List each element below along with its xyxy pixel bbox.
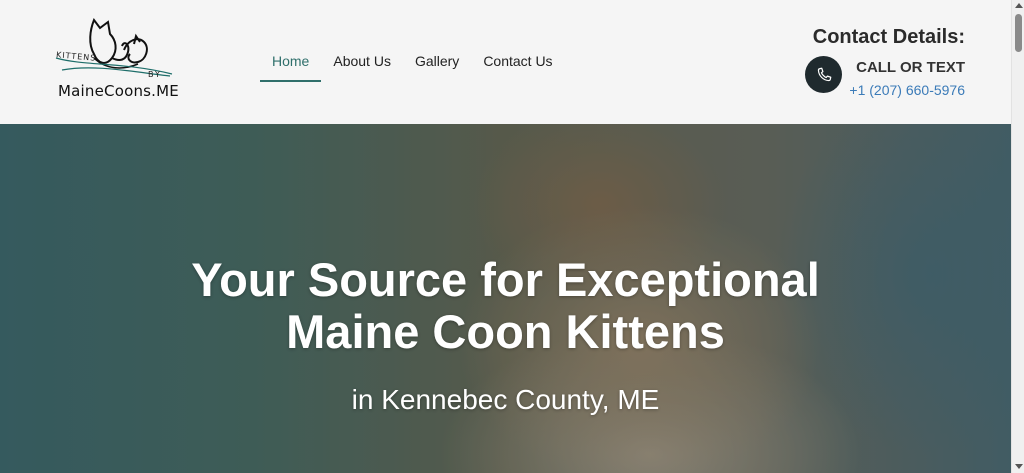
nav-item-home[interactable]: Home [260,44,322,82]
hero-title-line1: Your Source for Exceptional [191,253,820,306]
logo-name-text: MaineCoons.ME [58,82,179,100]
scrollbar-thumb[interactable] [1015,14,1022,52]
site-logo[interactable]: KITTENS BY MaineCoons.ME [54,14,179,104]
hero-title: Your Source for Exceptional Maine Coon K… [0,254,1011,358]
scroll-down-icon[interactable] [1015,464,1023,469]
phone-number-link[interactable]: +1 (207) 660-5976 [849,82,965,98]
site-header: KITTENS BY MaineCoons.ME Home About Us G… [0,0,1011,124]
nav-item-about-us[interactable]: About Us [321,44,403,82]
logo-by-text: BY [148,70,162,79]
phone-button[interactable] [805,56,842,93]
hero-section: Your Source for Exceptional Maine Coon K… [0,124,1011,473]
nav-item-contact-us[interactable]: Contact Us [471,44,564,82]
contact-details-title: Contact Details: [812,26,965,48]
nav-item-gallery[interactable]: Gallery [403,44,471,82]
call-or-text-label: CALL OR TEXT [856,59,965,76]
main-nav: Home About Us Gallery Contact Us [260,44,565,82]
page-scrollbar[interactable] [1011,0,1024,473]
phone-icon [817,67,831,81]
hero-subtitle: in Kennebec County, ME [351,384,660,415]
hero-title-line2: Maine Coon Kittens [286,305,725,358]
scroll-up-icon[interactable] [1015,3,1023,8]
